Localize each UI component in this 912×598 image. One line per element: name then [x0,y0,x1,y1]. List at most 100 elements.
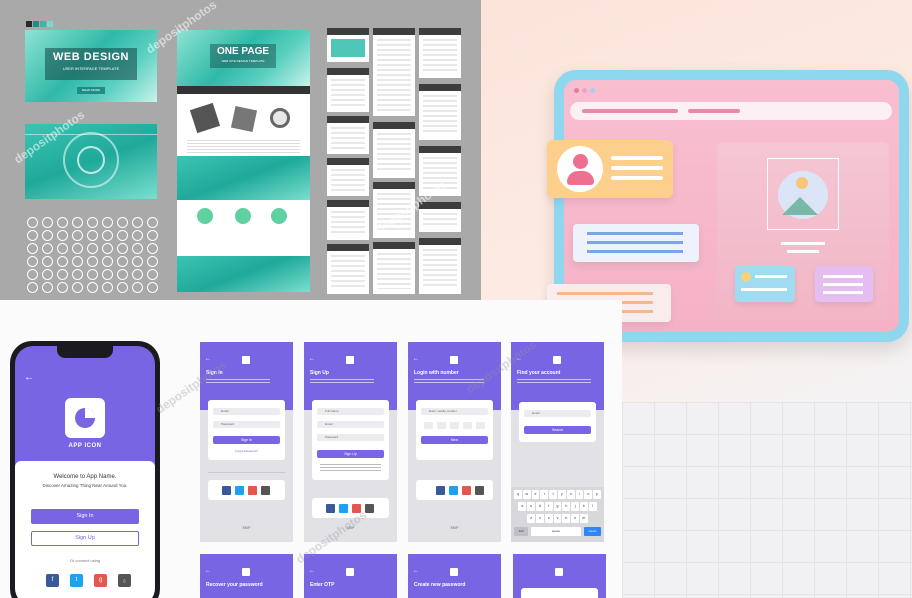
phone-login-icon[interactable] [261,486,270,495]
background-grid [622,402,912,598]
google-icon[interactable] [462,486,471,495]
forgot-password-link[interactable]: Forgot Password? [208,449,285,453]
otp-boxes[interactable] [424,422,485,429]
key-r[interactable]: r [540,490,549,499]
feature-icon [271,208,287,224]
key-g[interactable]: g [553,502,562,511]
ui-widget [327,200,369,240]
key-q[interactable]: q [514,490,522,499]
full-name-field[interactable]: Full Name [317,408,384,415]
key-m[interactable]: m [579,514,588,523]
social-login [416,480,493,500]
google-icon[interactable]: g [94,574,107,587]
phone-notch [57,346,113,358]
key-c[interactable]: c [544,514,553,523]
facebook-icon[interactable] [436,486,445,495]
key-h[interactable]: h [562,502,571,511]
small-card [735,266,795,302]
back-arrow-icon[interactable]: ← [205,568,211,574]
back-arrow-icon[interactable]: ← [24,372,34,383]
key-n[interactable]: n [571,514,579,523]
key-k[interactable]: k [579,502,588,511]
screen-title: Find your account [517,370,561,376]
line-icon [27,256,38,267]
back-arrow-icon[interactable]: ← [205,356,211,362]
facebook-icon[interactable] [326,504,335,513]
color-swatch [33,21,39,27]
onepage-nav[interactable] [177,86,310,94]
facebook-icon[interactable] [222,486,231,495]
line-icon [72,282,83,293]
key-j[interactable]: j [571,502,579,511]
feature-icon [235,208,251,224]
sign-up-button[interactable]: Sign Up [317,450,384,458]
email-field[interactable]: Email [213,408,280,415]
key-numbers[interactable]: 123 [514,527,528,536]
next-button[interactable]: Next [421,436,488,444]
window-dot [590,88,595,93]
line-icon [87,282,98,293]
skip-link[interactable]: SKIP [408,526,501,530]
twitter-icon[interactable] [339,504,348,513]
key-t[interactable]: t [549,490,557,499]
key-f[interactable]: f [544,502,553,511]
search-button[interactable]: Search [524,426,591,434]
back-arrow-icon[interactable]: ← [309,568,315,574]
back-arrow-icon[interactable]: ← [309,356,315,362]
sign-in-button[interactable]: Sign In [213,436,280,444]
phone-login-icon[interactable] [365,504,374,513]
google-icon[interactable] [248,486,257,495]
key-a[interactable]: a [518,502,527,511]
key-return[interactable]: return [584,527,601,536]
phone-login-icon[interactable] [475,486,484,495]
password-field[interactable]: Password [213,421,280,428]
email-field[interactable]: Email [317,421,384,428]
key-b[interactable]: b [562,514,571,523]
email-field[interactable]: Email [524,410,591,417]
ui-widget [419,28,461,78]
twitter-icon[interactable]: t [70,574,83,587]
skip-link[interactable]: SKIP [200,526,293,530]
app-name: APP ICON [68,443,102,449]
facebook-icon[interactable]: f [46,574,59,587]
line-icon [117,243,128,254]
phone-login-icon[interactable]: ▯ [118,574,131,587]
back-arrow-icon[interactable]: ← [413,568,419,574]
banner-read-more-button[interactable]: READ MORE [77,87,105,94]
key-s[interactable]: s [527,502,535,511]
sign-up-button[interactable]: Sign Up [31,531,139,546]
key-i[interactable]: i [575,490,584,499]
key-y[interactable]: y [558,490,566,499]
line-icon [42,269,53,280]
key-p[interactable]: p [593,490,601,499]
key-e[interactable]: e [531,490,540,499]
key-u[interactable]: u [566,490,575,499]
twitter-icon[interactable] [449,486,458,495]
line-icon [132,230,143,241]
onepage-title: ONE PAGE [216,46,270,57]
key-z[interactable]: z [527,514,535,523]
line-icon [147,282,158,293]
text-lines [187,140,300,154]
line-icon [72,230,83,241]
key-l[interactable]: l [588,502,597,511]
back-arrow-icon[interactable]: ← [413,356,419,362]
key-x[interactable]: x [536,514,544,523]
password-field[interactable]: Password [317,434,384,441]
key-w[interactable]: w [522,490,531,499]
key-space[interactable]: space [531,527,581,536]
ui-widget [327,28,369,62]
key-d[interactable]: d [536,502,544,511]
screen-title: Login with number [414,370,459,376]
key-v[interactable]: v [553,514,562,523]
line-icon [72,243,83,254]
window-dot [582,88,587,93]
feature-strip [177,156,310,200]
one-page-template: ONE PAGE WEB SITE DESIGN TEMPLATE [177,30,310,292]
mobile-number-field[interactable]: Enter mobile number [421,408,488,415]
key-o[interactable]: o [584,490,593,499]
address-bar[interactable] [570,102,892,120]
twitter-icon[interactable] [235,486,244,495]
sign-in-button[interactable]: Sign In [31,509,139,524]
hero-banner: WEB DESIGN USER INTERFACE TEMPLATE READ … [25,30,157,102]
